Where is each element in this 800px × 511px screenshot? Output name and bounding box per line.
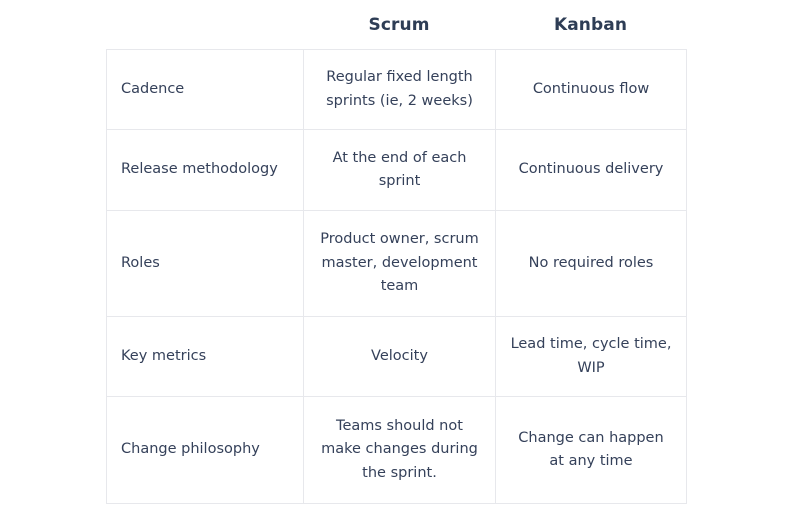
table-row: Key metrics Velocity Lead time, cycle ti… xyxy=(106,316,687,397)
table-row: Change philosophy Teams should not make … xyxy=(106,396,687,504)
row-label-key-metrics: Key metrics xyxy=(106,316,304,397)
scrum-vs-kanban-table: Cadence Regular fixed length sprints (ie… xyxy=(106,49,687,504)
cell-kanban-cadence: Continuous flow xyxy=(495,49,687,130)
column-header-scrum: Scrum xyxy=(368,14,430,35)
row-label-release-methodology: Release methodology xyxy=(106,129,304,211)
row-label-change-philosophy: Change philosophy xyxy=(106,396,304,504)
table-row: Release methodology At the end of each s… xyxy=(106,129,687,211)
row-label-roles: Roles xyxy=(106,210,304,317)
column-header-kanban: Kanban xyxy=(553,14,628,35)
cell-kanban-change-philosophy: Change can happen at any time xyxy=(495,396,687,504)
cell-scrum-cadence: Regular fixed length sprints (ie, 2 week… xyxy=(303,49,496,130)
comparison-table-page: Scrum Kanban Cadence Regular fixed lengt… xyxy=(0,0,800,511)
cell-kanban-key-metrics: Lead time, cycle time, WIP xyxy=(495,316,687,397)
table-row: Cadence Regular fixed length sprints (ie… xyxy=(106,49,687,130)
cell-kanban-roles: No required roles xyxy=(495,210,687,317)
cell-kanban-release-methodology: Continuous delivery xyxy=(495,129,687,211)
row-label-cadence: Cadence xyxy=(106,49,304,130)
table-column-headers: Scrum Kanban xyxy=(106,0,686,49)
cell-scrum-release-methodology: At the end of each sprint xyxy=(303,129,496,211)
cell-scrum-key-metrics: Velocity xyxy=(303,316,496,397)
cell-scrum-change-philosophy: Teams should not make changes during the… xyxy=(303,396,496,504)
table-row: Roles Product owner, scrum master, devel… xyxy=(106,210,687,317)
column-header-blank xyxy=(106,0,303,49)
cell-scrum-roles: Product owner, scrum master, development… xyxy=(303,210,496,317)
